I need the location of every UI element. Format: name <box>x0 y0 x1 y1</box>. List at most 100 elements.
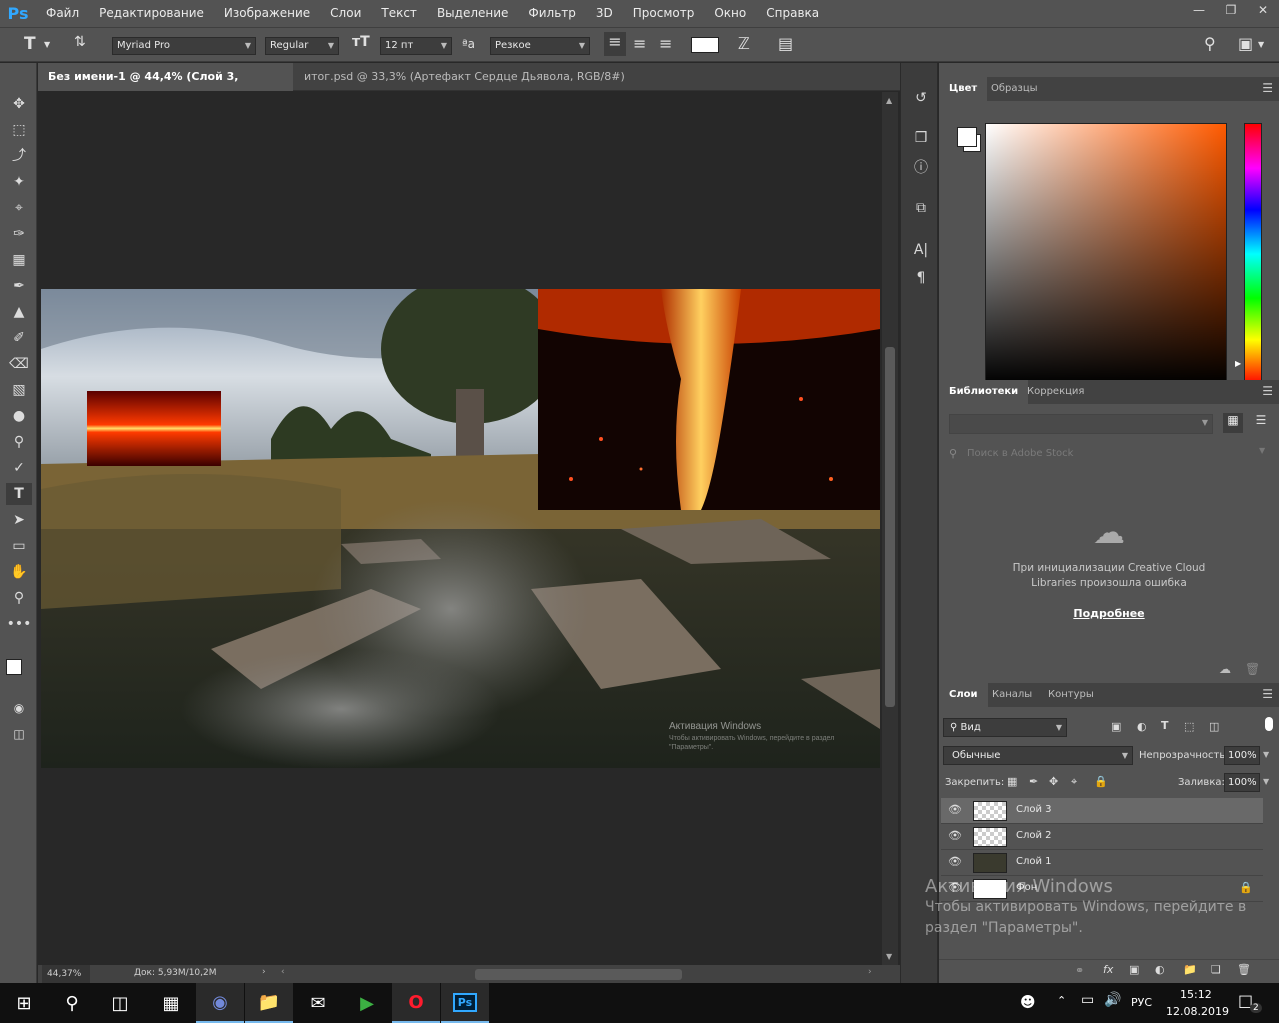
chevron-down-icon[interactable]: ▼ <box>1258 40 1264 49</box>
discord-icon[interactable]: ◉ <box>196 983 244 1023</box>
vertical-scrollbar[interactable]: ▲ ▼ <box>882 92 898 965</box>
grid-view-icon[interactable]: ▦ <box>1223 413 1243 433</box>
clock-time[interactable]: 15:12 <box>1180 988 1212 1001</box>
document-image[interactable]: Активация Windows Чтобы активировать Win… <box>41 289 880 768</box>
rectangle-icon[interactable]: ▭ <box>6 535 32 557</box>
align-right-icon[interactable]: ≡ <box>659 34 672 53</box>
tab-adjustments[interactable]: Коррекция <box>1017 380 1094 404</box>
visibility-eye-icon[interactable]: 👁 <box>948 829 962 842</box>
tab-channels[interactable]: Каналы <box>982 683 1042 707</box>
gradient-icon[interactable]: ▧ <box>6 379 32 401</box>
saturation-brightness-field[interactable] <box>985 123 1227 385</box>
tab-libraries[interactable]: Библиотеки <box>939 380 1029 404</box>
crop-icon[interactable]: ⌖ <box>6 197 32 219</box>
3d-cube-icon[interactable]: ❒ <box>910 127 932 149</box>
lock-position-icon[interactable]: ✥ <box>1049 775 1058 788</box>
type-icon[interactable]: T <box>6 483 32 505</box>
tab-color[interactable]: Цвет <box>939 77 988 101</box>
foreground-color-swatch[interactable] <box>6 659 22 675</box>
filter-smart-object-icon[interactable]: ◫ <box>1209 720 1219 733</box>
layer-style-icon[interactable]: fx <box>1103 963 1113 976</box>
panel-menu-icon[interactable]: ☰ <box>1262 81 1273 95</box>
menu-type[interactable]: Текст <box>371 0 427 27</box>
scroll-thumb[interactable] <box>885 347 895 707</box>
layer-name[interactable]: Слой 1 <box>1016 856 1052 867</box>
blend-mode-select[interactable]: Обычные ▼ <box>943 746 1133 765</box>
chevron-down-icon[interactable]: ▼ <box>1259 446 1265 455</box>
visibility-eye-icon[interactable]: 👁 <box>948 803 962 816</box>
layer-row-3[interactable]: 👁 Слой 3 <box>941 798 1263 824</box>
delete-layer-icon[interactable]: 🗑 <box>1237 963 1251 976</box>
add-mask-icon[interactable]: ▣ <box>1129 963 1139 976</box>
filter-type-icon[interactable]: T <box>1161 719 1169 732</box>
windows-start-icon[interactable]: ⊞ <box>0 983 48 1023</box>
align-center-icon[interactable]: ≡ <box>633 34 646 53</box>
lock-all-icon[interactable]: 🔒 <box>1094 775 1108 788</box>
fg-color-chip[interactable] <box>957 127 977 147</box>
menu-select[interactable]: Выделение <box>427 0 518 27</box>
library-select[interactable]: ▼ <box>949 414 1213 434</box>
mail-icon[interactable]: ✉ <box>294 983 342 1023</box>
align-left-icon[interactable]: ≡ <box>604 32 626 56</box>
network-icon[interactable]: ▭ <box>1081 992 1094 1008</box>
calculator-icon[interactable]: ▦ <box>147 983 195 1023</box>
close-icon[interactable]: ✕ <box>1247 0 1279 22</box>
menu-view[interactable]: Просмотр <box>623 0 705 27</box>
paragraph-icon[interactable]: ¶ <box>910 267 932 289</box>
text-color-swatch[interactable] <box>691 37 719 53</box>
chevron-down-icon[interactable]: ▼ <box>1263 777 1269 786</box>
clock-date[interactable]: 12.08.2019 <box>1166 1005 1229 1018</box>
move-icon[interactable]: ✥ <box>6 93 32 115</box>
antialias-select[interactable]: Резкое ▼ <box>490 37 590 55</box>
new-group-icon[interactable]: 📁 <box>1183 963 1197 976</box>
search-icon[interactable]: ⚲ <box>48 983 96 1023</box>
restore-icon[interactable]: ❐ <box>1215 0 1247 22</box>
more-icon[interactable]: ••• <box>6 613 32 635</box>
blur-icon[interactable]: ● <box>6 405 32 427</box>
zoom-level[interactable]: 44,37% <box>42 965 90 983</box>
menu-filter[interactable]: Фильтр <box>518 0 585 27</box>
history-brush-icon[interactable]: ✐ <box>6 327 32 349</box>
hue-slider[interactable] <box>1244 123 1262 385</box>
lasso-icon[interactable]: ⤴ <box>6 145 32 167</box>
layer-filter-select[interactable]: ⚲ Вид ▼ <box>943 718 1067 737</box>
media-player-icon[interactable]: ▶ <box>343 983 391 1023</box>
layer-name[interactable]: Слой 2 <box>1016 830 1052 841</box>
character-panel-icon[interactable]: ▤ <box>778 34 793 53</box>
magic-wand-icon[interactable]: ✦ <box>6 171 32 193</box>
lock-image-icon[interactable]: ✒ <box>1029 775 1038 788</box>
menu-edit[interactable]: Редактирование <box>89 0 214 27</box>
trash-icon[interactable]: 🗑 <box>1245 662 1260 676</box>
menu-3d[interactable]: 3D <box>586 0 623 27</box>
list-view-icon[interactable]: ☰ <box>1251 413 1271 433</box>
pen-icon[interactable]: ✓ <box>6 457 32 479</box>
eraser-icon[interactable]: ⌫ <box>6 353 32 375</box>
filter-toggle[interactable] <box>1265 717 1273 731</box>
task-view-icon[interactable]: ◫ <box>96 983 144 1023</box>
font-family-select[interactable]: Myriad Pro ▼ <box>112 37 256 55</box>
tab-layers[interactable]: Слои <box>939 683 988 707</box>
chevron-down-icon[interactable]: ▼ <box>1263 750 1269 759</box>
opera-icon[interactable]: O <box>392 983 440 1023</box>
people-icon[interactable]: ☻ <box>1020 993 1036 1011</box>
language-indicator[interactable]: РУС <box>1131 996 1152 1009</box>
horizontal-scroll-thumb[interactable] <box>475 969 682 980</box>
tab-itog-psd[interactable]: итог.psd @ 33,3% (Артефакт Сердце Дьявол… <box>294 63 639 111</box>
layer-row-1[interactable]: 👁 Слой 1 <box>941 850 1263 876</box>
tab-untitled-1[interactable]: Без имени-1 @ 44,4% (Слой 3, RGB/8#) *× <box>38 63 293 111</box>
new-layer-icon[interactable]: ❏ <box>1211 963 1221 976</box>
menu-window[interactable]: Окно <box>704 0 756 27</box>
history-icon[interactable]: ↺ <box>910 87 932 109</box>
menu-layers[interactable]: Слои <box>320 0 371 27</box>
chevron-down-icon[interactable]: ▼ <box>44 40 50 49</box>
healing-icon[interactable]: ▦ <box>6 249 32 271</box>
panel-menu-icon[interactable]: ☰ <box>1262 687 1273 701</box>
photoshop-icon[interactable]: Ps <box>441 983 489 1023</box>
scroll-left-icon[interactable]: ‹ <box>281 967 285 977</box>
menu-help[interactable]: Справка <box>756 0 829 27</box>
fill-field[interactable]: 100% <box>1224 773 1260 792</box>
workspace-icon[interactable]: ▣ <box>1238 34 1253 53</box>
scroll-right-icon[interactable]: › <box>868 967 872 977</box>
marquee-icon[interactable]: ⬚ <box>6 119 32 141</box>
warp-text-icon[interactable]: ℤ <box>738 34 750 53</box>
